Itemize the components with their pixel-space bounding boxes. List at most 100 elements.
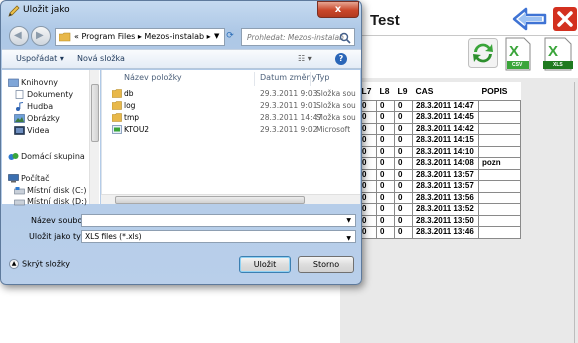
scrollbar-thumb[interactable] xyxy=(91,84,99,142)
table-cell-cas[interactable]: 28.3.2011 14:45 xyxy=(412,111,479,124)
table-cell-l8[interactable]: 0 xyxy=(376,99,395,112)
table-row[interactable]: 200028.3.2011 13:50 xyxy=(340,214,521,227)
table-cell-popis[interactable]: pozn xyxy=(478,157,521,170)
table-cell-l8[interactable]: 0 xyxy=(376,122,395,135)
sidebar-item-homegroup[interactable]: Domácí skupina xyxy=(21,152,85,161)
export-csv-button[interactable]: X CSV xyxy=(504,37,532,71)
sidebar-item-computer[interactable]: Počítač xyxy=(21,174,50,183)
close-icon[interactable] xyxy=(552,6,578,32)
table-cell-popis[interactable] xyxy=(478,99,521,112)
refresh-icon[interactable] xyxy=(468,38,498,68)
organize-menu[interactable]: Uspořádat ▾ xyxy=(16,54,64,63)
chevron-down-icon[interactable]: ▼ xyxy=(346,233,351,244)
grid-header[interactable]: CAS xyxy=(412,82,479,100)
table-row[interactable]: 300028.3.2011 14:15 xyxy=(340,134,521,147)
table-cell-cas[interactable]: 28.3.2011 14:10 xyxy=(412,145,479,158)
address-bar[interactable]: « Program Files ▸ Mezos-instalab ▸ ▼ xyxy=(55,28,225,46)
table-cell-cas[interactable]: 28.3.2011 14:15 xyxy=(412,134,479,147)
table-cell-l8[interactable]: 0 xyxy=(376,111,395,124)
table-cell-l9[interactable]: 0 xyxy=(394,203,413,216)
table-cell-cas[interactable]: 28.3.2011 14:08 xyxy=(412,157,479,170)
table-cell-l9[interactable]: 0 xyxy=(394,157,413,170)
back-arrow-icon[interactable] xyxy=(512,6,548,32)
table-cell-l9[interactable]: 0 xyxy=(394,214,413,227)
column-header-name[interactable]: Název položky xyxy=(124,73,182,82)
table-cell-l9[interactable]: 0 xyxy=(394,191,413,204)
dialog-close-button[interactable]: x xyxy=(317,1,359,18)
table-cell-l8[interactable]: 0 xyxy=(376,214,395,227)
table-cell-popis[interactable] xyxy=(478,203,521,216)
nav-forward-button[interactable]: ▶ xyxy=(31,26,51,46)
table-cell-cas[interactable]: 28.3.2011 13:46 xyxy=(412,226,479,239)
table-cell-l8[interactable]: 0 xyxy=(376,191,395,204)
table-cell-l8[interactable]: 0 xyxy=(376,203,395,216)
table-cell-cas[interactable]: 28.3.2011 14:47 xyxy=(412,99,479,112)
table-cell-l9[interactable]: 0 xyxy=(394,168,413,181)
table-cell-l9[interactable]: 0 xyxy=(394,111,413,124)
table-row[interactable]: 500028.3.2011 13:57 xyxy=(340,168,521,181)
table-cell-l9[interactable]: 0 xyxy=(394,134,413,147)
table-cell-l8[interactable]: 0 xyxy=(376,145,395,158)
sidebar-item-videos[interactable]: Videa xyxy=(27,126,49,135)
address-path[interactable]: « Program Files ▸ Mezos-instalab ▸ xyxy=(74,32,211,41)
table-cell-popis[interactable] xyxy=(478,226,521,239)
table-cell-popis[interactable] xyxy=(478,145,521,158)
new-folder-button[interactable]: Nová složka xyxy=(77,54,125,63)
table-cell-popis[interactable] xyxy=(478,214,521,227)
table-row[interactable]: 600028.3.2011 13:57 xyxy=(340,180,521,193)
table-cell-popis[interactable] xyxy=(478,122,521,135)
file-row[interactable]: log 29.3.2011 9:01 Složka sou xyxy=(102,100,361,112)
sidebar-item-drive-c[interactable]: Místní disk (C:) xyxy=(27,186,86,195)
table-row[interactable]: 0 0 0 28.3.2011 13:46 xyxy=(340,226,521,239)
nav-back-button[interactable]: ◀ xyxy=(9,26,29,46)
grid-header[interactable]: L8 xyxy=(376,82,395,100)
export-xls-button[interactable]: X XLS xyxy=(541,37,575,71)
table-cell-cas[interactable]: 28.3.2011 13:57 xyxy=(412,180,479,193)
table-cell-l9[interactable]: 0 xyxy=(394,180,413,193)
sidebar-item-documents[interactable]: Dokumenty xyxy=(27,90,73,99)
chevron-down-icon[interactable]: ▼ xyxy=(214,32,219,40)
file-list-scrollbar[interactable] xyxy=(101,194,360,204)
table-cell-l8[interactable]: 0 xyxy=(376,134,395,147)
table-cell-l9[interactable]: 0 xyxy=(394,226,413,239)
refresh-icon[interactable]: ⟳ xyxy=(223,28,237,46)
file-row[interactable]: KTOU2 29.3.2011 9:02 Microsoft xyxy=(102,124,361,136)
help-icon[interactable]: ? xyxy=(335,53,347,65)
table-cell-l9[interactable]: 0 xyxy=(394,145,413,158)
table-row[interactable]: 700028.3.2011 14:10 xyxy=(340,145,521,158)
sidebar-item-drive-d[interactable]: Místní disk (D:) xyxy=(27,197,87,206)
view-options-button[interactable]: ☷ ▾ xyxy=(298,54,312,63)
table-cell-popis[interactable] xyxy=(478,191,521,204)
chevron-down-icon[interactable]: ▼ xyxy=(346,217,351,224)
table-cell-popis[interactable] xyxy=(478,134,521,147)
column-header-type[interactable]: Typ xyxy=(316,73,329,82)
sidebar-item-music[interactable]: Hudba xyxy=(27,102,53,111)
hide-folders-toggle[interactable]: ▲ Skrýt složky xyxy=(9,259,70,269)
sidebar-item-pictures[interactable]: Obrázky xyxy=(27,114,60,123)
navigation-scrollbar[interactable] xyxy=(89,70,99,204)
table-cell-cas[interactable]: 28.3.2011 13:52 xyxy=(412,203,479,216)
table-row[interactable]: 0 0 0 28.3.2011 14:42 xyxy=(340,122,521,135)
sidebar-item-libraries[interactable]: Knihovny xyxy=(21,78,58,87)
table-row[interactable]: 300028.3.2011 13:56 xyxy=(340,191,521,204)
search-icon[interactable] xyxy=(339,32,351,44)
table-row[interactable]: 600028.3.2011 14:08pozn xyxy=(340,157,521,170)
table-cell-l8[interactable]: 0 xyxy=(376,180,395,193)
table-row[interactable]: 800028.3.2011 14:47 xyxy=(340,99,521,112)
save-button[interactable]: Uložit xyxy=(239,256,291,273)
scrollbar-thumb[interactable] xyxy=(115,196,305,204)
filetype-select[interactable]: XLS files (*.xls) ▼ xyxy=(81,230,356,243)
table-cell-l9[interactable]: 0 xyxy=(394,99,413,112)
table-cell-popis[interactable] xyxy=(478,168,521,181)
column-header-date[interactable]: Datum změny xyxy=(260,73,316,82)
table-cell-cas[interactable]: 28.3.2011 13:57 xyxy=(412,168,479,181)
table-cell-popis[interactable] xyxy=(478,180,521,193)
cancel-button[interactable]: Storno xyxy=(298,256,354,273)
filename-field[interactable]: ▼ xyxy=(81,214,356,227)
table-row[interactable]: 600028.3.2011 14:45 xyxy=(340,111,521,124)
table-cell-l8[interactable]: 0 xyxy=(376,226,395,239)
table-cell-cas[interactable]: 28.3.2011 14:42 xyxy=(412,122,479,135)
table-cell-l9[interactable]: 0 xyxy=(394,122,413,135)
grid-header[interactable]: L9 xyxy=(394,82,413,100)
grid-header[interactable]: POPIS xyxy=(478,82,521,100)
